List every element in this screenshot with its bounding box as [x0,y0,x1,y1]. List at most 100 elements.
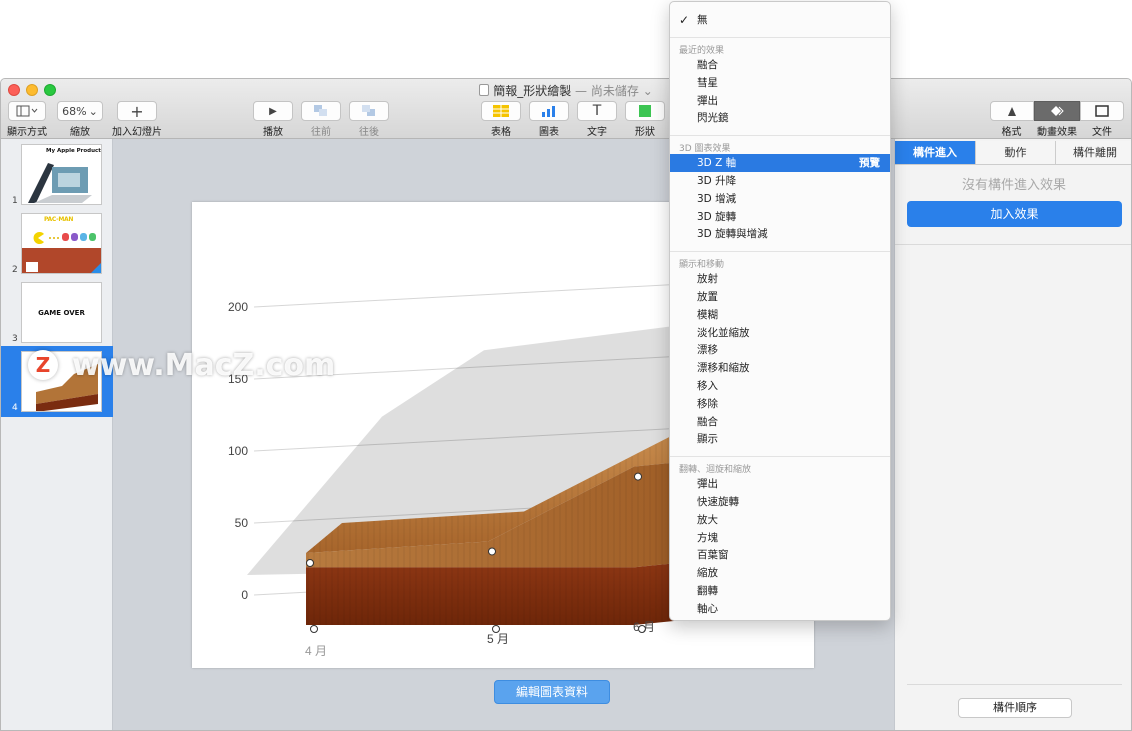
table-button[interactable] [481,101,521,121]
menu-item[interactable]: 3D 升降 [670,172,890,190]
menu-item-label: 融合 [697,59,718,71]
y-tick-label: 200 [228,300,248,314]
add-slide-label: 加入幻燈片 [112,127,162,138]
toolbar: 簡報_形狀繪製 — 尚未儲存 ⌄ 顯示方式 68% ⌄ 縮放 + 加入幻燈片 ▶ … [1,79,1131,139]
bring-forward-button[interactable] [301,101,341,121]
menu-item[interactable]: 淡化並縮放 [670,324,890,342]
animate-label: 動畫效果 [1037,127,1077,138]
effects-dropdown-menu: ✓ 無最近的效果 融合 彗星 彈出 閃光鏡 3D 圖表效果 3D Z 軸預覽 3D 升降 3D 增… [669,1,891,621]
menu-item[interactable]: 軸心 [670,600,890,618]
document-title[interactable]: 簡報_形狀繪製 [493,84,571,98]
menu-item-label: 3D 旋轉 [697,210,737,223]
menu-item[interactable]: 顯示 [670,430,890,448]
menu-item-label: 彈出 [697,478,718,491]
menu-item[interactable]: 閃光鏡 [670,109,890,127]
preview-button[interactable]: 預覽 [859,154,880,172]
menu-item-label: 3D 增減 [697,192,737,205]
menu-item[interactable]: 放置 [670,288,890,306]
animate-inspector: 構件進入 動作 構件離開 沒有構件進入效果 加入效果 構件順序 [894,139,1131,730]
menu-item-label: 漂移和縮放 [697,362,750,375]
chart-button[interactable] [529,101,569,121]
menu-item[interactable]: 翻轉 [670,582,890,600]
menu-item[interactable]: 移入 [670,377,890,395]
menu-item[interactable]: 3D 增減 [670,190,890,208]
menu-item[interactable]: 3D 旋轉與增減 [670,225,890,243]
zoom-tool[interactable]: 68% ⌄ 縮放 [56,101,104,138]
table-icon [493,105,509,117]
forward-tool[interactable]: 往前 [301,101,341,138]
checkmark-icon: ✓ [679,13,690,27]
backward-tool[interactable]: 往後 [349,101,389,138]
chart-label: 圖表 [539,127,559,138]
play-button[interactable]: ▶ [253,101,293,121]
menu-item[interactable]: 縮放 [670,564,890,582]
send-backward-button[interactable] [349,101,389,121]
edit-chart-data-button[interactable]: 編輯圖表資料 [494,680,610,704]
menu-item[interactable]: 漂移和縮放 [670,359,890,377]
divider [895,244,1131,245]
menu-item[interactable]: 彈出 [670,92,890,110]
animate-button[interactable] [1034,101,1080,121]
animate-tool[interactable]: 動畫效果 [1034,101,1080,138]
menu-item[interactable]: 方塊 [670,529,890,547]
slide-thumbnail-1[interactable]: My Apple Product [21,144,102,205]
selection-handle[interactable] [488,547,496,556]
document-label: 文件 [1092,127,1112,138]
menu-item-label: 軸心 [697,602,718,615]
view-button[interactable] [8,101,46,121]
menu-item[interactable]: 百葉窗 [670,546,890,564]
build-order-button[interactable]: 構件順序 [958,698,1072,718]
format-button[interactable] [989,101,1034,121]
shape-tool[interactable]: 形狀 [625,101,665,138]
x-tick-label: 4 月 [305,644,327,658]
menu-item-label: 放置 [697,291,718,303]
menu-item[interactable]: 融合 [670,413,890,431]
menu-item-label: 快速旋轉 [697,496,739,508]
menu-item[interactable]: 模糊 [670,306,890,324]
tab-action[interactable]: 動作 [975,141,1055,165]
tab-build-in[interactable]: 構件進入 [895,141,975,165]
menu-item-none[interactable]: ✓ 無 [670,11,890,29]
text-tool[interactable]: T 文字 [577,101,617,138]
menu-item[interactable]: 漂移 [670,341,890,359]
slide-thumbnail-3[interactable]: GAME OVER [21,282,102,343]
shape-button[interactable] [625,101,665,121]
send-backward-icon [362,105,375,116]
menu-item[interactable]: 放射 [670,270,890,288]
x-tick-label: 5 月 [487,632,509,646]
format-tool[interactable]: 格式 [989,101,1034,138]
slide-thumbnail-2[interactable]: PAC-MAN [21,213,102,274]
play-tool[interactable]: ▶ 播放 [253,101,293,138]
menu-item[interactable]: 融合 [670,56,890,74]
menu-item[interactable]: 快速旋轉 [670,493,890,511]
menu-item[interactable]: 放大 [670,511,890,529]
menu-item-label: 顯示 [697,433,718,446]
play-icon: ▶ [269,105,277,117]
add-slide-button[interactable]: + [117,101,157,121]
view-tool[interactable]: 顯示方式 [7,101,47,138]
table-tool[interactable]: 表格 [481,101,521,138]
menu-item[interactable]: 移除 [670,395,890,413]
add-slide-tool[interactable]: + 加入幻燈片 [109,101,165,138]
chevron-down-icon[interactable]: ⌄ [643,84,653,98]
menu-item[interactable]: 彈出 [670,475,890,493]
zoom-select[interactable]: 68% ⌄ [57,101,103,121]
slide-3-title: GAME OVER [38,309,85,317]
menu-item-label: 漂移 [697,344,718,357]
document-tool[interactable]: 文件 [1080,101,1124,138]
tab-build-out[interactable]: 構件離開 [1055,141,1131,165]
shape-label: 形狀 [635,127,655,138]
selection-handle[interactable] [306,559,314,567]
menu-item[interactable]: 彗星 [670,74,890,92]
menu-item[interactable]: 3D 旋轉 [670,208,890,226]
divider [907,684,1122,685]
chart-tool[interactable]: 圖表 [529,101,569,138]
menu-item[interactable]: 3D Z 軸 預覽 [670,154,890,173]
text-button[interactable]: T [577,101,617,121]
selection-handle[interactable] [310,625,318,633]
watermark-text: www.MacZ.com [72,348,336,383]
selection-handle[interactable] [634,472,642,481]
menu-item-label: 3D 旋轉與增減 [697,228,768,241]
add-effect-button[interactable]: 加入效果 [907,201,1122,227]
document-button[interactable] [1080,101,1124,121]
